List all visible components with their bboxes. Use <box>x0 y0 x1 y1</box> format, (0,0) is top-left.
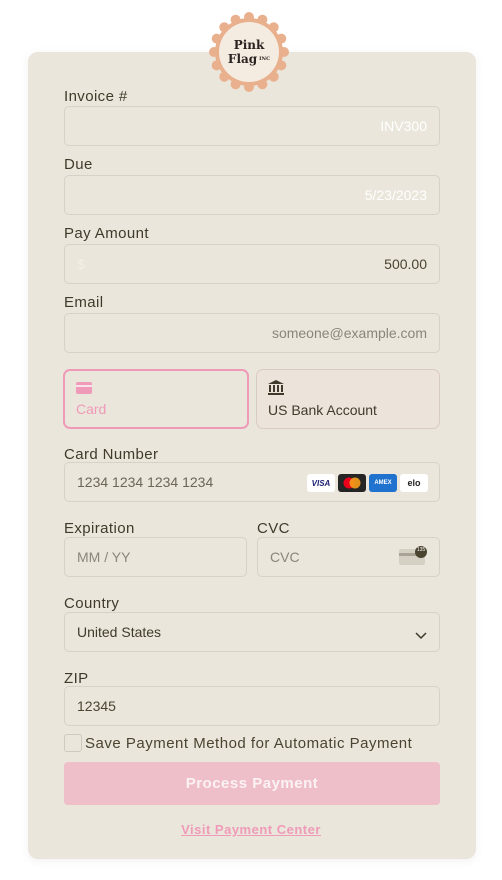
due-field[interactable]: 5/23/2023 <box>64 175 440 215</box>
logo-wordmark: Pink Flag INC <box>227 37 271 66</box>
amount-label: Pay Amount <box>64 225 149 242</box>
country-label: Country <box>64 595 120 612</box>
visa-icon: VISA <box>307 474 335 492</box>
save-method-checkbox[interactable] <box>64 734 82 752</box>
cvc-input[interactable]: CVC 135 <box>257 537 440 577</box>
card-number-placeholder: 1234 1234 1234 1234 <box>77 474 214 490</box>
card-number-input[interactable]: 1234 1234 1234 1234 VISA AMEX elo <box>64 462 440 502</box>
method-tab-bank[interactable]: US Bank Account <box>256 369 440 429</box>
due-label: Due <box>64 156 93 173</box>
card-icon <box>76 381 236 399</box>
method-label-bank: US Bank Account <box>268 402 377 418</box>
zip-value: 12345 <box>77 698 116 714</box>
card-brands: VISA AMEX elo <box>307 474 428 492</box>
email-field[interactable]: someone@example.com <box>64 313 440 353</box>
chevron-down-icon <box>415 627 427 643</box>
method-label-card: Card <box>76 401 107 417</box>
expiration-input[interactable]: MM / YY <box>64 537 247 577</box>
invoice-field[interactable]: INV300 <box>64 106 440 146</box>
due-value: 5/23/2023 <box>364 187 427 203</box>
zip-label: ZIP <box>64 670 89 687</box>
cvc-label: CVC <box>257 520 290 537</box>
email-label: Email <box>64 294 104 311</box>
expiration-placeholder: MM / YY <box>77 549 131 565</box>
expiration-label: Expiration <box>64 520 135 537</box>
company-logo: Pink Flag INC <box>209 12 289 92</box>
cvc-badge: 135 <box>416 547 426 553</box>
bank-icon <box>268 380 428 400</box>
cvc-card-icon: 135 <box>399 546 427 566</box>
save-method-row[interactable]: Save Payment Method for Automatic Paymen… <box>64 734 412 752</box>
country-value: United States <box>77 624 162 640</box>
amount-field[interactable]: $ 500.00 <box>64 244 440 284</box>
elo-icon: elo <box>400 474 428 492</box>
invoice-value: INV300 <box>380 118 427 134</box>
save-method-label: Save Payment Method for Automatic Paymen… <box>85 734 413 752</box>
process-payment-button[interactable]: Process Payment <box>64 762 440 805</box>
amount-value: 500.00 <box>384 256 427 272</box>
amex-icon: AMEX <box>369 474 397 492</box>
mastercard-icon <box>338 474 366 492</box>
invoice-label: Invoice # <box>64 88 128 105</box>
currency-prefix: $ <box>77 256 85 272</box>
payment-center-link[interactable]: Visit Payment Center <box>0 822 502 837</box>
email-placeholder: someone@example.com <box>271 325 427 341</box>
method-tab-card[interactable]: Card <box>63 369 249 429</box>
country-select[interactable]: United States <box>64 612 440 652</box>
zip-input[interactable]: 12345 <box>64 686 440 726</box>
card-number-label: Card Number <box>64 446 159 463</box>
cvc-placeholder: CVC <box>270 549 300 565</box>
